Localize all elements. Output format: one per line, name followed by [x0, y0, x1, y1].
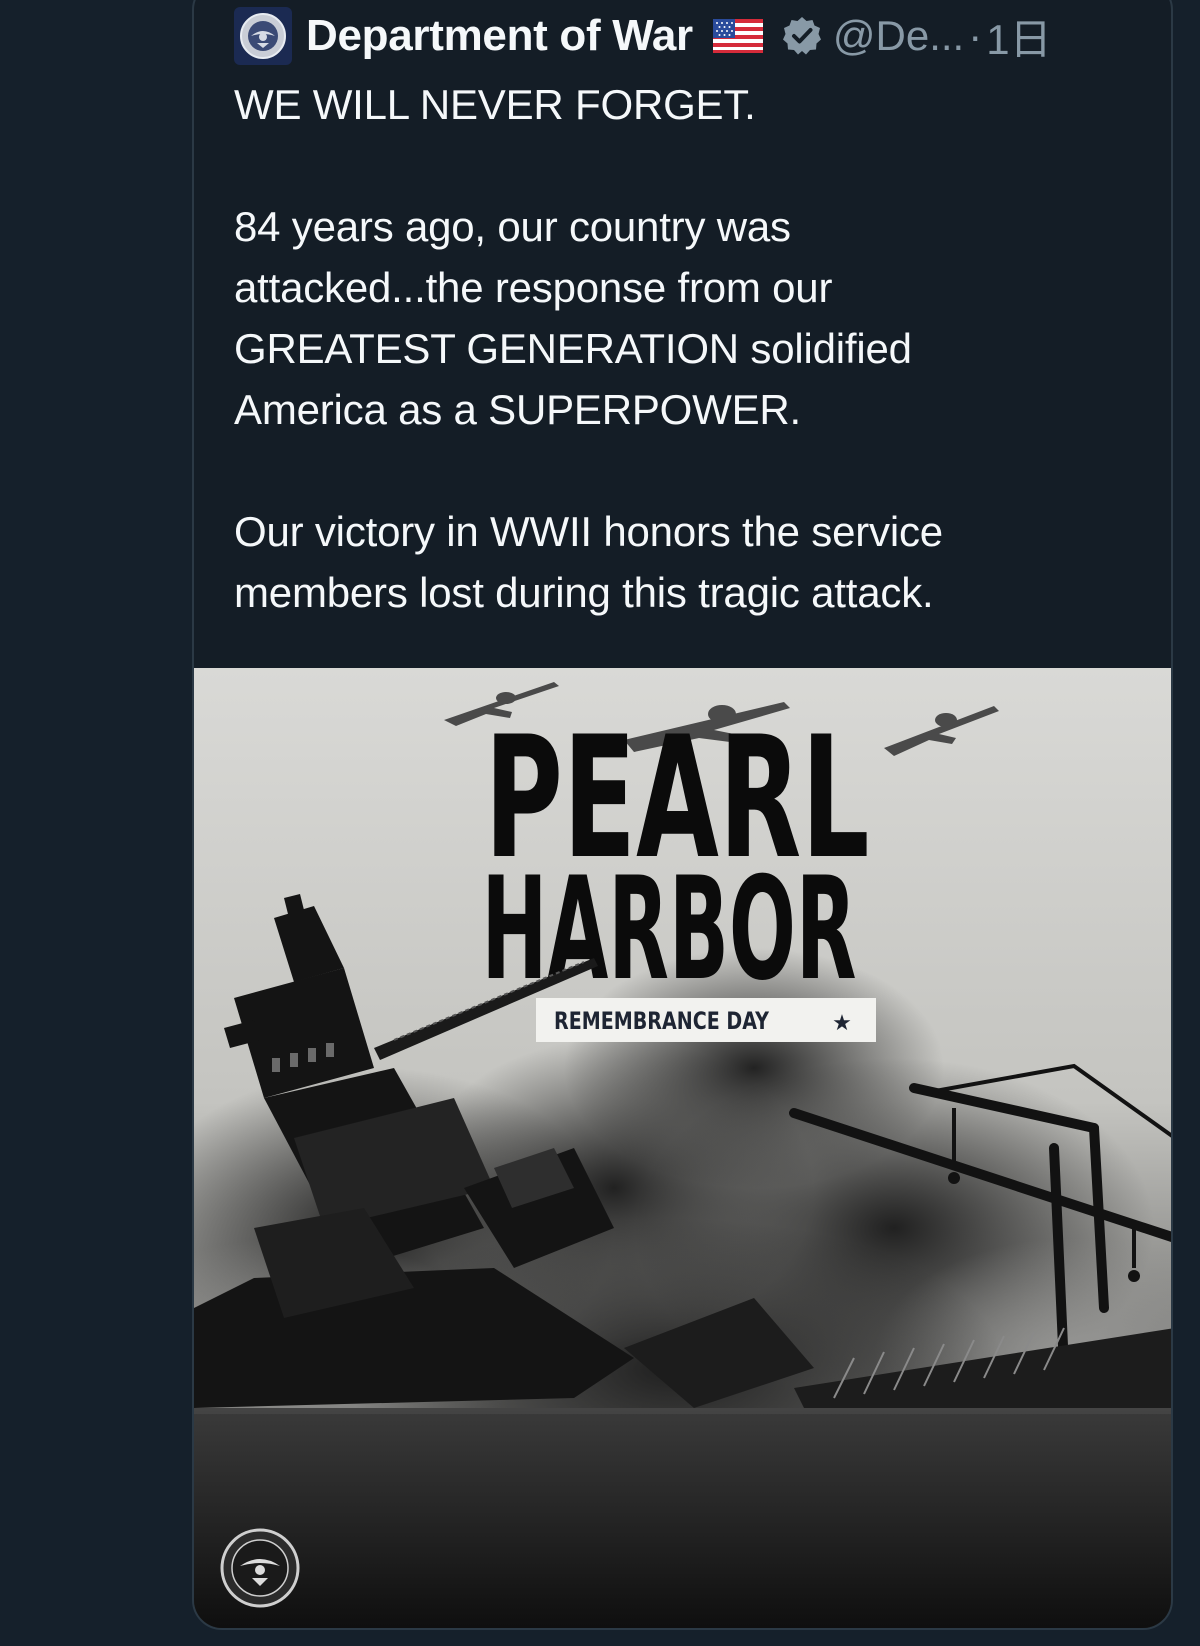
post-text-line: 84 years ago, our country was [234, 203, 791, 250]
star-icon: ★ [832, 1010, 852, 1035]
verified-badge-icon [782, 17, 821, 55]
poster-subtitle: REMEMBRANCE DAY [554, 1007, 769, 1035]
post-text-line: members lost during this tragic attack. [234, 569, 934, 616]
author-display-name[interactable]: Department of War [306, 11, 693, 61]
post-card[interactable]: Department of War @De... · 1日 WE WILL NE… [192, 0, 1173, 1630]
post-text-line: America as a SUPERPOWER. [234, 386, 801, 433]
post-header: Department of War @De... · 1日 [234, 6, 1052, 67]
department-seal-icon [240, 13, 286, 59]
post-text-line: GREATEST GENERATION solidified [234, 325, 912, 372]
post-text: WE WILL NEVER FORGET. 84 years ago, our … [234, 74, 1134, 623]
post-text-line: WE WILL NEVER FORGET. [234, 81, 756, 128]
post-text-line: attacked...the response from our [234, 264, 833, 311]
post-timestamp[interactable]: 1日 [986, 6, 1051, 67]
pearl-harbor-poster: PEARL HARBOR REMEMBRANCE DAY ★ [194, 668, 1171, 1628]
us-flag-icon [712, 19, 763, 53]
author-avatar[interactable] [234, 7, 292, 65]
header-separator: · [968, 12, 983, 59]
department-seal-icon [220, 1528, 300, 1608]
post-text-line: Our victory in WWII honors the service [234, 508, 943, 555]
author-handle[interactable]: @De... [833, 12, 964, 60]
post-media-image[interactable]: PEARL HARBOR REMEMBRANCE DAY ★ [194, 668, 1171, 1628]
